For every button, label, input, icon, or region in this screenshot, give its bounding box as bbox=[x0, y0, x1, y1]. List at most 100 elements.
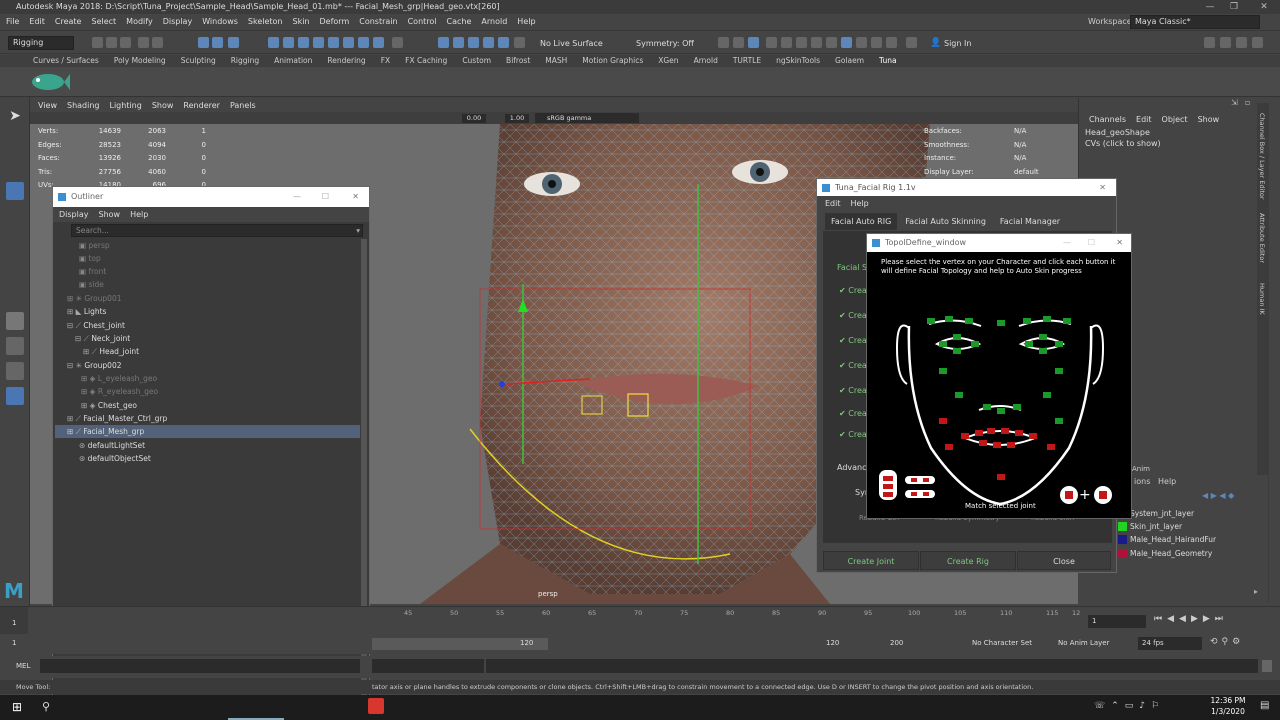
hik-icon[interactable] bbox=[871, 37, 882, 48]
four-view-layout-icon[interactable] bbox=[6, 337, 24, 355]
outliner-item-facial-mesh-grp[interactable]: ⊞ ⟋ Facial_Mesh_grp bbox=[55, 425, 360, 438]
layer-color-swatch[interactable] bbox=[1118, 549, 1127, 558]
channelbox-menu-show[interactable]: Show bbox=[1198, 115, 1220, 124]
range-start-field[interactable]: 1 bbox=[12, 639, 16, 647]
symmetry-field[interactable]: Symmetry: Off bbox=[636, 39, 694, 48]
close-icon[interactable]: ✕ bbox=[1250, 0, 1278, 14]
colorspace-select[interactable]: sRGB gamma bbox=[535, 113, 639, 123]
select-tool-icon[interactable]: ➤ bbox=[6, 107, 24, 125]
menu-skin[interactable]: Skin bbox=[293, 17, 310, 26]
outliner-menu-display[interactable]: Display bbox=[59, 210, 89, 219]
pick-mask-icon-4[interactable] bbox=[313, 37, 324, 48]
arnold-view-icon[interactable] bbox=[826, 37, 837, 48]
render-settings-icon[interactable] bbox=[781, 37, 792, 48]
outliner-item-chest-geo[interactable]: ⊞ ◈ Chest_geo bbox=[81, 399, 137, 412]
menu-create[interactable]: Create bbox=[55, 17, 82, 26]
outliner-item-neck-joint[interactable]: ⊟ ⟋ Neck_joint bbox=[75, 332, 130, 345]
magnet-icon[interactable] bbox=[514, 37, 525, 48]
hypershade-icon[interactable] bbox=[796, 37, 807, 48]
layer-move-icons[interactable]: ◀ ▶ ◀ ◆ bbox=[1202, 491, 1234, 500]
script-editor-icon[interactable] bbox=[1262, 660, 1272, 672]
shelf-tab-arnold[interactable]: Arnold bbox=[694, 55, 718, 67]
menu-edit[interactable]: Edit bbox=[29, 17, 45, 26]
create-row-2[interactable]: ✔ Crea bbox=[839, 311, 867, 320]
shelf-tab-golaem[interactable]: Golaem bbox=[835, 55, 864, 67]
render-view-icon[interactable] bbox=[733, 37, 744, 48]
user-icon[interactable]: 👤 bbox=[930, 38, 941, 48]
outliner-close-icon[interactable]: ✕ bbox=[352, 187, 359, 207]
menu-arnold[interactable]: Arnold bbox=[481, 17, 507, 26]
snap-surface-icon[interactable] bbox=[498, 37, 509, 48]
scale-tool-icon[interactable] bbox=[6, 232, 24, 250]
menu-cache[interactable]: Cache bbox=[447, 17, 472, 26]
pick-mask-icon-5[interactable] bbox=[328, 37, 339, 48]
outliner-item-top[interactable]: ▣ top bbox=[79, 252, 101, 265]
shelf-tab-motion-graphics[interactable]: Motion Graphics bbox=[582, 55, 643, 67]
shelf-tab-custom[interactable]: Custom bbox=[462, 55, 491, 67]
time-ruler[interactable]: 45 50 55 60 65 70 75 80 85 90 95 100 105… bbox=[372, 609, 1080, 633]
outliner-item-default-object-set[interactable]: ⊛ defaultObjectSet bbox=[79, 452, 151, 465]
ipr-render-icon[interactable] bbox=[766, 37, 777, 48]
save-scene-icon[interactable] bbox=[120, 37, 131, 48]
side-tab-human-ik[interactable]: Human IK bbox=[1258, 283, 1266, 315]
tuna-menu-help[interactable]: Help bbox=[851, 199, 869, 208]
outliner-item-default-light-set[interactable]: ⊛ defaultLightSet bbox=[79, 439, 145, 452]
notification-icon[interactable]: ▤ bbox=[1260, 700, 1269, 711]
move-tool-icon[interactable] bbox=[6, 182, 24, 200]
shelf-tab-fx[interactable]: FX bbox=[381, 55, 390, 67]
loop-and-settings-icons[interactable]: ⟲⚲⚙ bbox=[1210, 637, 1244, 647]
menu-file[interactable]: File bbox=[6, 17, 19, 26]
command-input[interactable] bbox=[40, 659, 360, 673]
outliner-menu-help[interactable]: Help bbox=[130, 210, 148, 219]
viewport-menu-view[interactable]: View bbox=[38, 101, 57, 110]
select-object-icon[interactable] bbox=[212, 37, 223, 48]
shelf-tab-curves[interactable]: Curves / Surfaces bbox=[33, 55, 99, 67]
clock-date[interactable]: 1/3/2020 bbox=[1206, 707, 1250, 716]
shelf-tab-bifrost[interactable]: Bifrost bbox=[506, 55, 530, 67]
outliner-titlebar[interactable]: Outliner — ☐ ✕ bbox=[53, 187, 369, 207]
lock-icon[interactable] bbox=[392, 37, 403, 48]
tool-settings-toggle-icon[interactable] bbox=[1236, 37, 1247, 48]
layer-menu-options[interactable]: ions bbox=[1134, 477, 1150, 486]
tab-facial-manager[interactable]: Facial Manager bbox=[994, 213, 1066, 230]
viewport-menu-panels[interactable]: Panels bbox=[230, 101, 256, 110]
shelf-tab-xgen[interactable]: XGen bbox=[658, 55, 678, 67]
snap-grid-icon[interactable] bbox=[438, 37, 449, 48]
menu-display[interactable]: Display bbox=[163, 17, 193, 26]
new-scene-icon[interactable] bbox=[92, 37, 103, 48]
outliner-minimize-icon[interactable]: — bbox=[293, 187, 301, 207]
layer-color-swatch[interactable] bbox=[1118, 535, 1127, 544]
create-row-5[interactable]: ✔ Crea bbox=[839, 386, 867, 395]
tuna-close-icon[interactable]: ✕ bbox=[1099, 179, 1106, 196]
outliner-item-group001[interactable]: ⊞ ✳ Group001 bbox=[67, 292, 122, 305]
layer-scroll-right-icon[interactable]: ▸ bbox=[1254, 587, 1258, 596]
viewport-menu-lighting[interactable]: Lighting bbox=[109, 101, 141, 110]
shelf-tab-ngskintools[interactable]: ngSkinTools bbox=[776, 55, 820, 67]
soft-select-icon[interactable] bbox=[6, 282, 24, 300]
layer-row-skin-jnt[interactable]: Skin_jnt_layer bbox=[1118, 520, 1182, 533]
camera-tool-icon[interactable] bbox=[841, 37, 852, 48]
topo-minimize-icon[interactable]: — bbox=[1063, 234, 1071, 252]
menu-help[interactable]: Help bbox=[517, 17, 535, 26]
float-panel-icon[interactable]: ⇲ bbox=[1231, 98, 1238, 107]
menuset-select[interactable]: Rigging bbox=[8, 36, 74, 50]
menu-control[interactable]: Control bbox=[408, 17, 437, 26]
tuna-menu-edit[interactable]: Edit bbox=[825, 199, 841, 208]
search-options-icon[interactable]: ▾ bbox=[356, 225, 360, 236]
match-selected-joint-button[interactable]: Match selected joint bbox=[965, 502, 1036, 510]
shelf-tab-fx-caching[interactable]: FX Caching bbox=[405, 55, 447, 67]
current-frame-marker[interactable]: 1 bbox=[12, 619, 16, 627]
tuna-titlebar[interactable]: Tuna_Facial Rig 1.1v ✕ bbox=[817, 179, 1116, 196]
shelf-tab-sculpting[interactable]: Sculpting bbox=[181, 55, 216, 67]
layer-row-hair-and-fur[interactable]: Male_Head_HairandFur bbox=[1118, 533, 1216, 546]
pick-mask-icon-6[interactable] bbox=[343, 37, 354, 48]
outliner-item-side[interactable]: ▣ side bbox=[79, 278, 104, 291]
shelf-tab-mash[interactable]: MASH bbox=[545, 55, 567, 67]
shelf-tab-poly-modeling[interactable]: Poly Modeling bbox=[114, 55, 166, 67]
outliner-item-r-eyeleash-geo[interactable]: ⊞ ◈ R_eyeleash_geo bbox=[81, 385, 158, 398]
tab-facial-auto-skinning[interactable]: Facial Auto Skinning bbox=[899, 213, 992, 230]
viewport-menu-shading[interactable]: Shading bbox=[67, 101, 100, 110]
menu-constrain[interactable]: Constrain bbox=[359, 17, 397, 26]
animation-end-field[interactable]: 200 bbox=[890, 639, 903, 647]
render-icon[interactable] bbox=[748, 37, 759, 48]
